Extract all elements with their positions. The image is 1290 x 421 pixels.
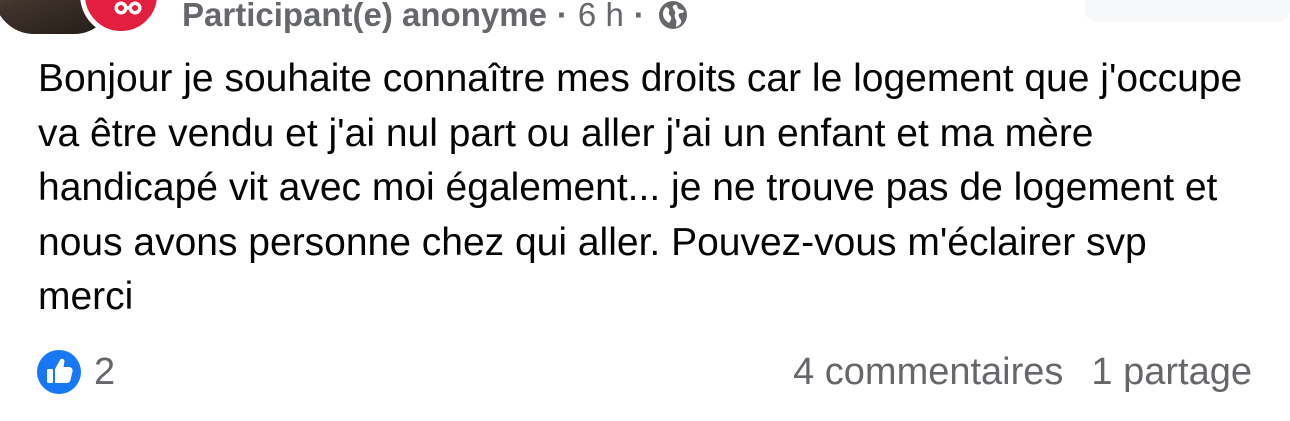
separator-dot: · — [633, 0, 645, 33]
anonymous-badge — [80, 0, 162, 36]
globe-icon[interactable] — [657, 0, 689, 31]
comments-count-link[interactable]: 4 commentaires — [793, 351, 1063, 394]
anonymous-glasses-icon — [114, 1, 142, 15]
shares-count-link[interactable]: 1 partage — [1091, 351, 1252, 394]
separator-dot: · — [556, 0, 568, 33]
reaction-count: 2 — [94, 350, 116, 393]
post-text: Bonjour je souhaite connaître mes droits… — [38, 57, 1243, 318]
post-options-area[interactable] — [1085, 0, 1290, 22]
post-stats: 4 commentaires 1 partage — [793, 348, 1252, 396]
post-header: Participant(e) anonyme · 6 h · — [182, 0, 689, 37]
reactions-summary[interactable]: 2 — [36, 348, 115, 396]
author-name[interactable]: Participant(e) anonyme — [182, 0, 547, 34]
post-timestamp[interactable]: 6 h — [578, 0, 624, 34]
post-card: Participant(e) anonyme · 6 h · Bonjour j… — [0, 0, 1290, 421]
like-icon — [37, 350, 81, 394]
